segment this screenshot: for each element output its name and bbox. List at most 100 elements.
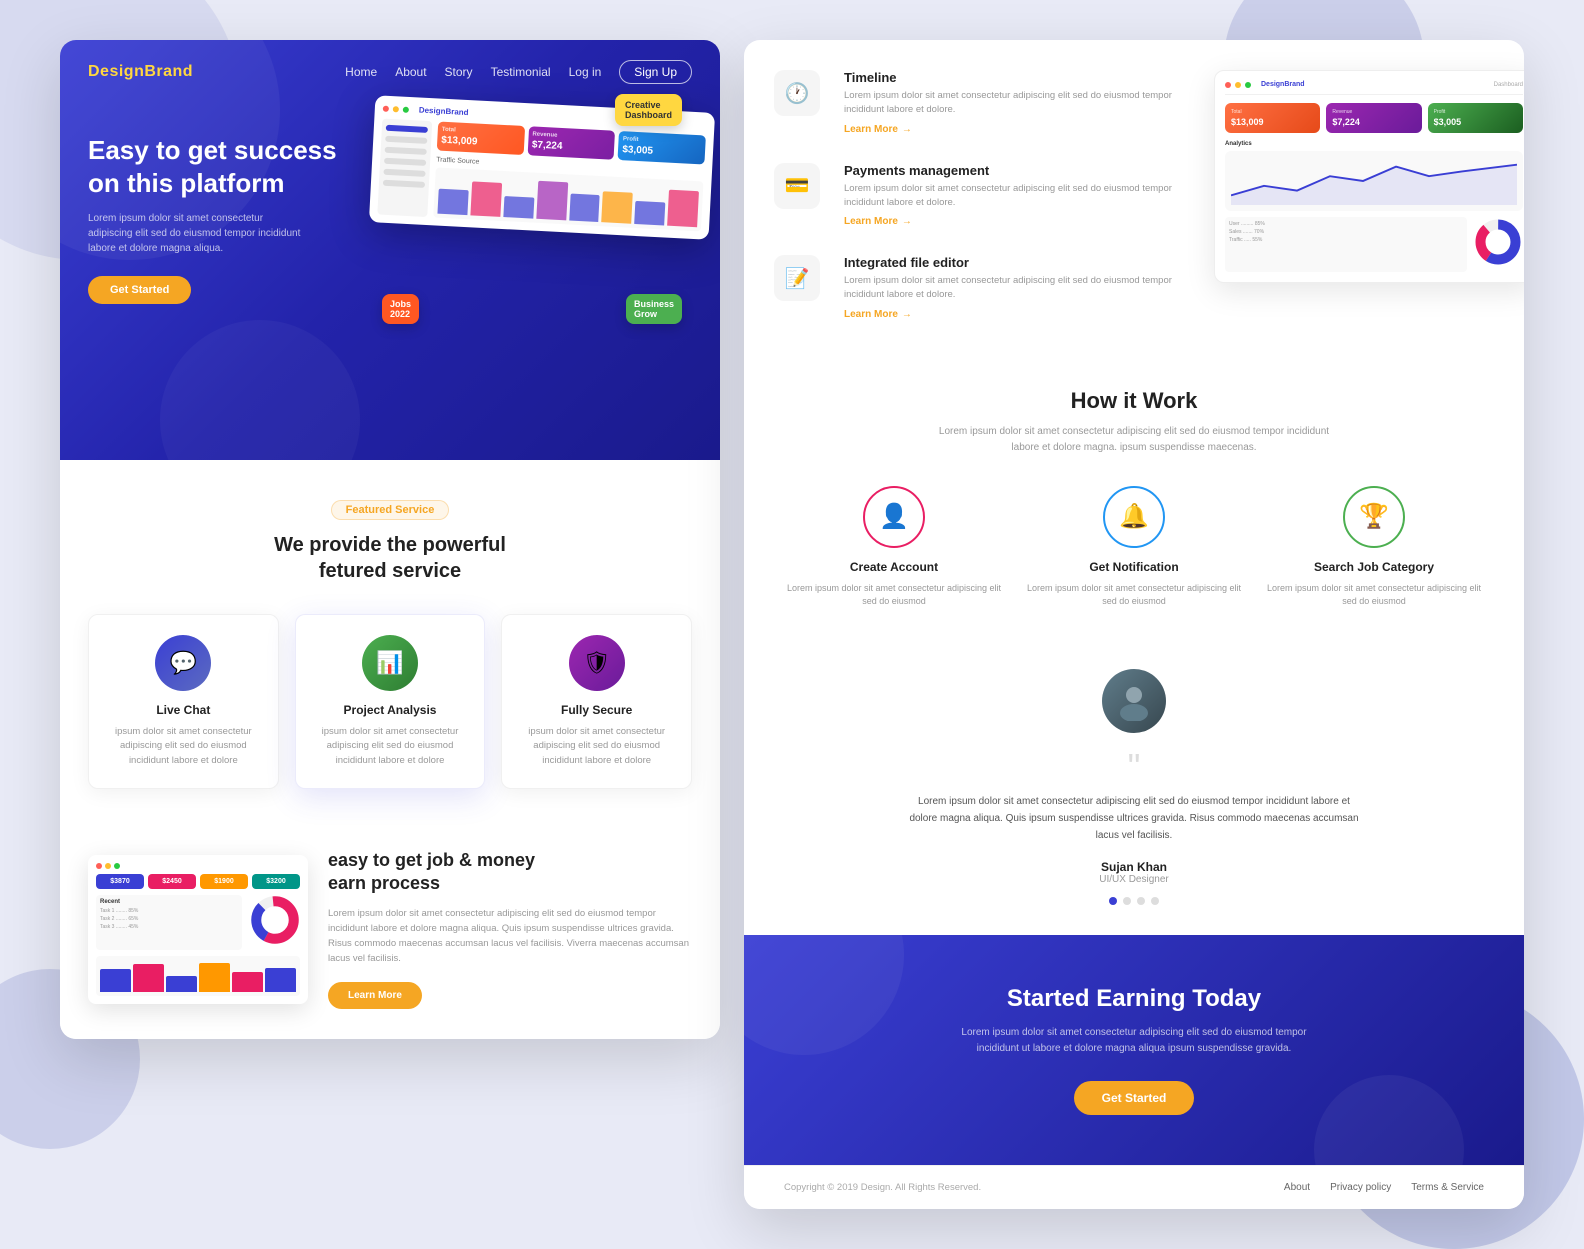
cta-button[interactable]: Get Started (1074, 1081, 1195, 1115)
feature-desc-timeline: Lorem ipsum dolor sit amet consectetur a… (844, 89, 1194, 118)
dot-nav-4[interactable] (1151, 897, 1159, 905)
step-search-job: 🏆 Search Job Category Lorem ipsum dolor … (1264, 486, 1484, 609)
nav-about[interactable]: About (395, 65, 426, 79)
bar (667, 190, 699, 227)
bar (470, 182, 502, 217)
sidebar-dot (383, 169, 425, 177)
right-card: 🕐 Timeline Lorem ipsum dolor sit amet co… (744, 40, 1524, 1209)
sidebar-dot (385, 147, 427, 155)
file-icon: 📝 (785, 266, 810, 291)
dash-status: Dashboard (1494, 82, 1523, 88)
step-name-job: Search Job Category (1264, 560, 1484, 574)
feature-title-timeline: Timeline (844, 70, 1194, 85)
dash-stat-purple: Revenue $7,224 (1326, 103, 1421, 133)
how-title: How it Work (784, 388, 1484, 414)
step-desc-job: Lorem ipsum dolor sit amet consectetur a… (1264, 582, 1484, 609)
how-steps: 👤 Create Account Lorem ipsum dolor sit a… (784, 486, 1484, 609)
testimonial-name: Sujan Khan (784, 860, 1484, 874)
how-description: Lorem ipsum dolor sit amet consectetur a… (934, 424, 1334, 456)
nav-login[interactable]: Log in (569, 65, 602, 79)
sidebar-dot (386, 125, 428, 133)
nav-testimonial[interactable]: Testimonial (491, 65, 551, 79)
feature-payments: 💳 Payments management Lorem ipsum dolor … (774, 163, 1194, 228)
service-desc-secure: ipsum dolor sit amet consectetur adipisc… (516, 725, 677, 768)
learn-more-timeline[interactable]: Learn More → (844, 124, 1194, 135)
user-icon: 👤 (879, 502, 909, 531)
learn-more-editor[interactable]: Learn More → (844, 309, 1194, 320)
logo: DesignBrand (88, 63, 193, 81)
cta-description: Lorem ipsum dolor sit amet consectetur a… (944, 1025, 1324, 1057)
feature-editor: 📝 Integrated file editor Lorem ipsum dol… (774, 255, 1194, 320)
dash-donut (1473, 217, 1523, 272)
dot-nav-3[interactable] (1137, 897, 1145, 905)
cta-circle-2 (1314, 1075, 1464, 1165)
stat-card-orange: Total $13,009 (437, 122, 525, 155)
dash-chart-label: Analytics (1225, 141, 1523, 147)
footer-link-privacy[interactable]: Privacy policy (1330, 1182, 1391, 1193)
how-section: How it Work Lorem ipsum dolor sit amet c… (744, 348, 1524, 639)
dot-nav-2[interactable] (1123, 897, 1131, 905)
earn-bar (232, 972, 263, 991)
service-card-secure: 🛡 Fully Secure ipsum dolor sit amet cons… (501, 614, 692, 789)
dot-nav-1[interactable] (1109, 897, 1117, 905)
quote-mark: " (784, 749, 1484, 785)
bar (536, 181, 568, 220)
learn-more-payments[interactable]: Learn More → (844, 216, 1194, 227)
step-name-account: Create Account (784, 560, 1004, 574)
feature-icon-timeline: 🕐 (774, 70, 820, 116)
footer-link-terms[interactable]: Terms & Service (1411, 1182, 1484, 1193)
feature-title-editor: Integrated file editor (844, 255, 1194, 270)
dash-chart (1225, 151, 1523, 211)
earn-row: Recent Task 1 ........ 85% Task 2 ......… (96, 895, 300, 950)
footer-link-about[interactable]: About (1284, 1182, 1310, 1193)
nav-home[interactable]: Home (345, 65, 377, 79)
nav-links: Home About Story Testimonial Log in Sign… (345, 60, 692, 84)
step-notification: 🔔 Get Notification Lorem ipsum dolor sit… (1024, 486, 1244, 609)
arrow-icon: → (902, 124, 912, 135)
earn-cta-button[interactable]: Learn More (328, 982, 422, 1009)
earn-bar (265, 968, 296, 992)
earn-bar (199, 963, 230, 992)
line-chart (1231, 157, 1517, 205)
cta-section: Started Earning Today Lorem ipsum dolor … (744, 935, 1524, 1165)
featured-section: Featured Service We provide the powerful… (60, 460, 720, 819)
feature-content-editor: Integrated file editor Lorem ipsum dolor… (844, 255, 1194, 320)
earn-bar (133, 964, 164, 991)
dashboard-window: DesignBrand Dashboard Total $13,009 Reve… (1214, 70, 1524, 283)
cta-circle-1 (744, 935, 904, 1055)
service-icon-analysis: 📊 (362, 635, 418, 691)
earn-stat-teal: $3200 (252, 874, 300, 889)
features-list: 🕐 Timeline Lorem ipsum dolor sit amet co… (774, 70, 1194, 348)
nav-signup-button[interactable]: Sign Up (619, 60, 692, 84)
hero-mockup: DesignBrand (372, 104, 692, 304)
earn-mockup: $3870 $2450 $1900 $3200 Recent Task 1 ..… (88, 855, 308, 1004)
bar (569, 193, 600, 222)
earn-dot-y (105, 863, 111, 869)
dash-dot-r (1225, 82, 1231, 88)
dash-dot-g (1245, 82, 1251, 88)
earn-donut (250, 895, 300, 950)
hero-title: Easy to get success on this platform (88, 134, 372, 199)
feature-icon-payments: 💳 (774, 163, 820, 209)
hero-body: Easy to get success on this platform Lor… (60, 94, 720, 304)
dash-table-row: User ......... 85% Sales ....... 70% Tra… (1225, 217, 1523, 272)
earn-section: $3870 $2450 $1900 $3200 Recent Task 1 ..… (60, 819, 720, 1040)
dash-titlebar: DesignBrand Dashboard (1225, 81, 1523, 95)
left-card: DesignBrand Home About Story Testimonial… (60, 40, 720, 1039)
earn-title: easy to get job & money earn process (328, 849, 692, 896)
nav-story[interactable]: Story (445, 65, 473, 79)
hero-description: Lorem ipsum dolor sit amet consectetur a… (88, 211, 308, 256)
right-dashboard: DesignBrand Dashboard Total $13,009 Reve… (1214, 70, 1494, 348)
hero-text: Easy to get success on this platform Lor… (88, 114, 372, 304)
earn-chart (96, 956, 300, 996)
earn-bar (166, 976, 197, 992)
chat-icon: 💬 (170, 650, 197, 676)
earn-window: $3870 $2450 $1900 $3200 Recent Task 1 ..… (88, 855, 308, 1004)
earn-stat-blue: $3870 (96, 874, 144, 889)
arrow-icon: → (902, 309, 912, 320)
earn-table: Recent Task 1 ........ 85% Task 2 ......… (96, 895, 242, 950)
mockup-main: Total $13,009 Revenue $7,224 Profit (433, 122, 706, 232)
hero-cta-button[interactable]: Get Started (88, 276, 191, 304)
logo-prefix: Design (88, 63, 144, 80)
sidebar-dot (384, 158, 426, 166)
